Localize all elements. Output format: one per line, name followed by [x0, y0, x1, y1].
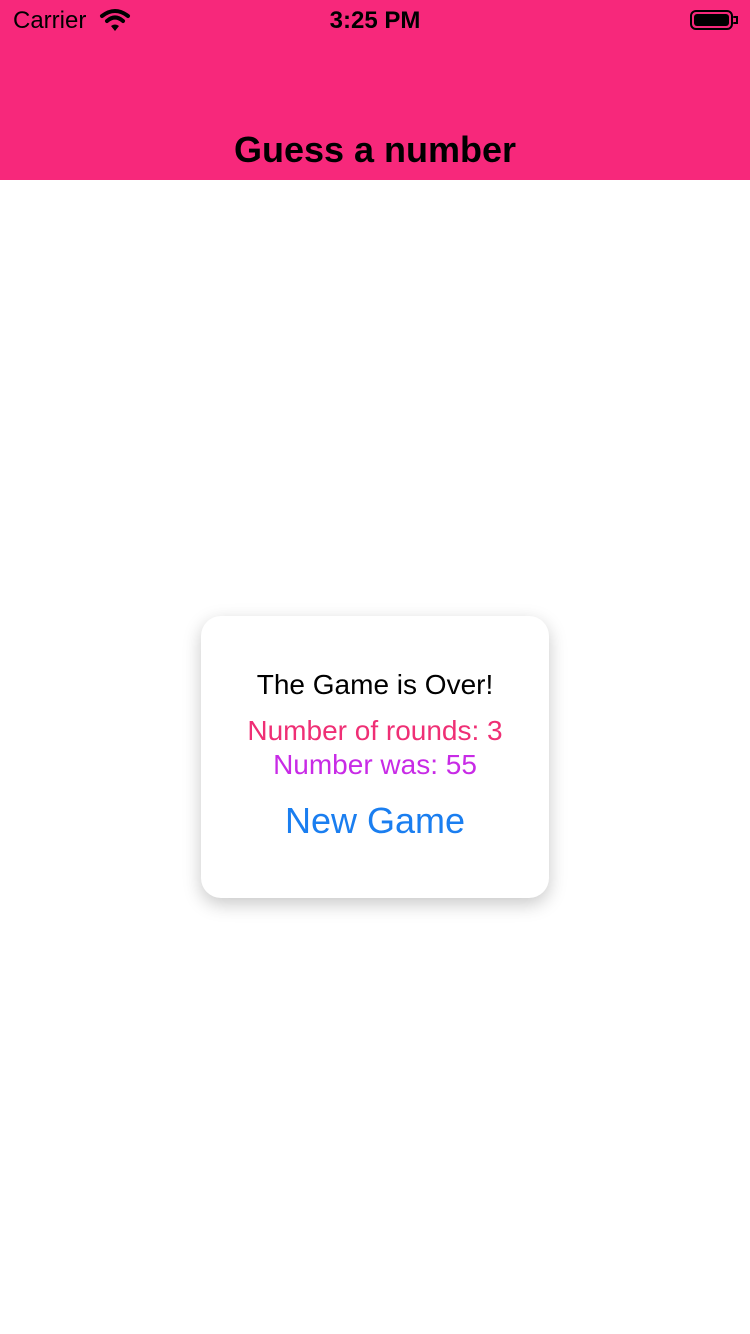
app-screen: Carrier 3:25 PM Guess a number The Game … [0, 0, 750, 1334]
battery-icon [690, 10, 738, 30]
rounds-count-text: Number of rounds: 3 [247, 715, 503, 746]
status-bar: Carrier 3:25 PM [0, 0, 750, 40]
header-bar: Carrier 3:25 PM Guess a number [0, 0, 750, 180]
target-number-text: Number was: 55 [273, 749, 477, 780]
game-over-heading: The Game is Over! [256, 669, 494, 700]
status-time: 3:25 PM [329, 7, 421, 34]
game-over-card: The Game is Over! Number of rounds: 3 Nu… [201, 616, 549, 898]
page-title: Guess a number [233, 129, 517, 171]
new-game-button[interactable]: New Game [265, 798, 485, 844]
